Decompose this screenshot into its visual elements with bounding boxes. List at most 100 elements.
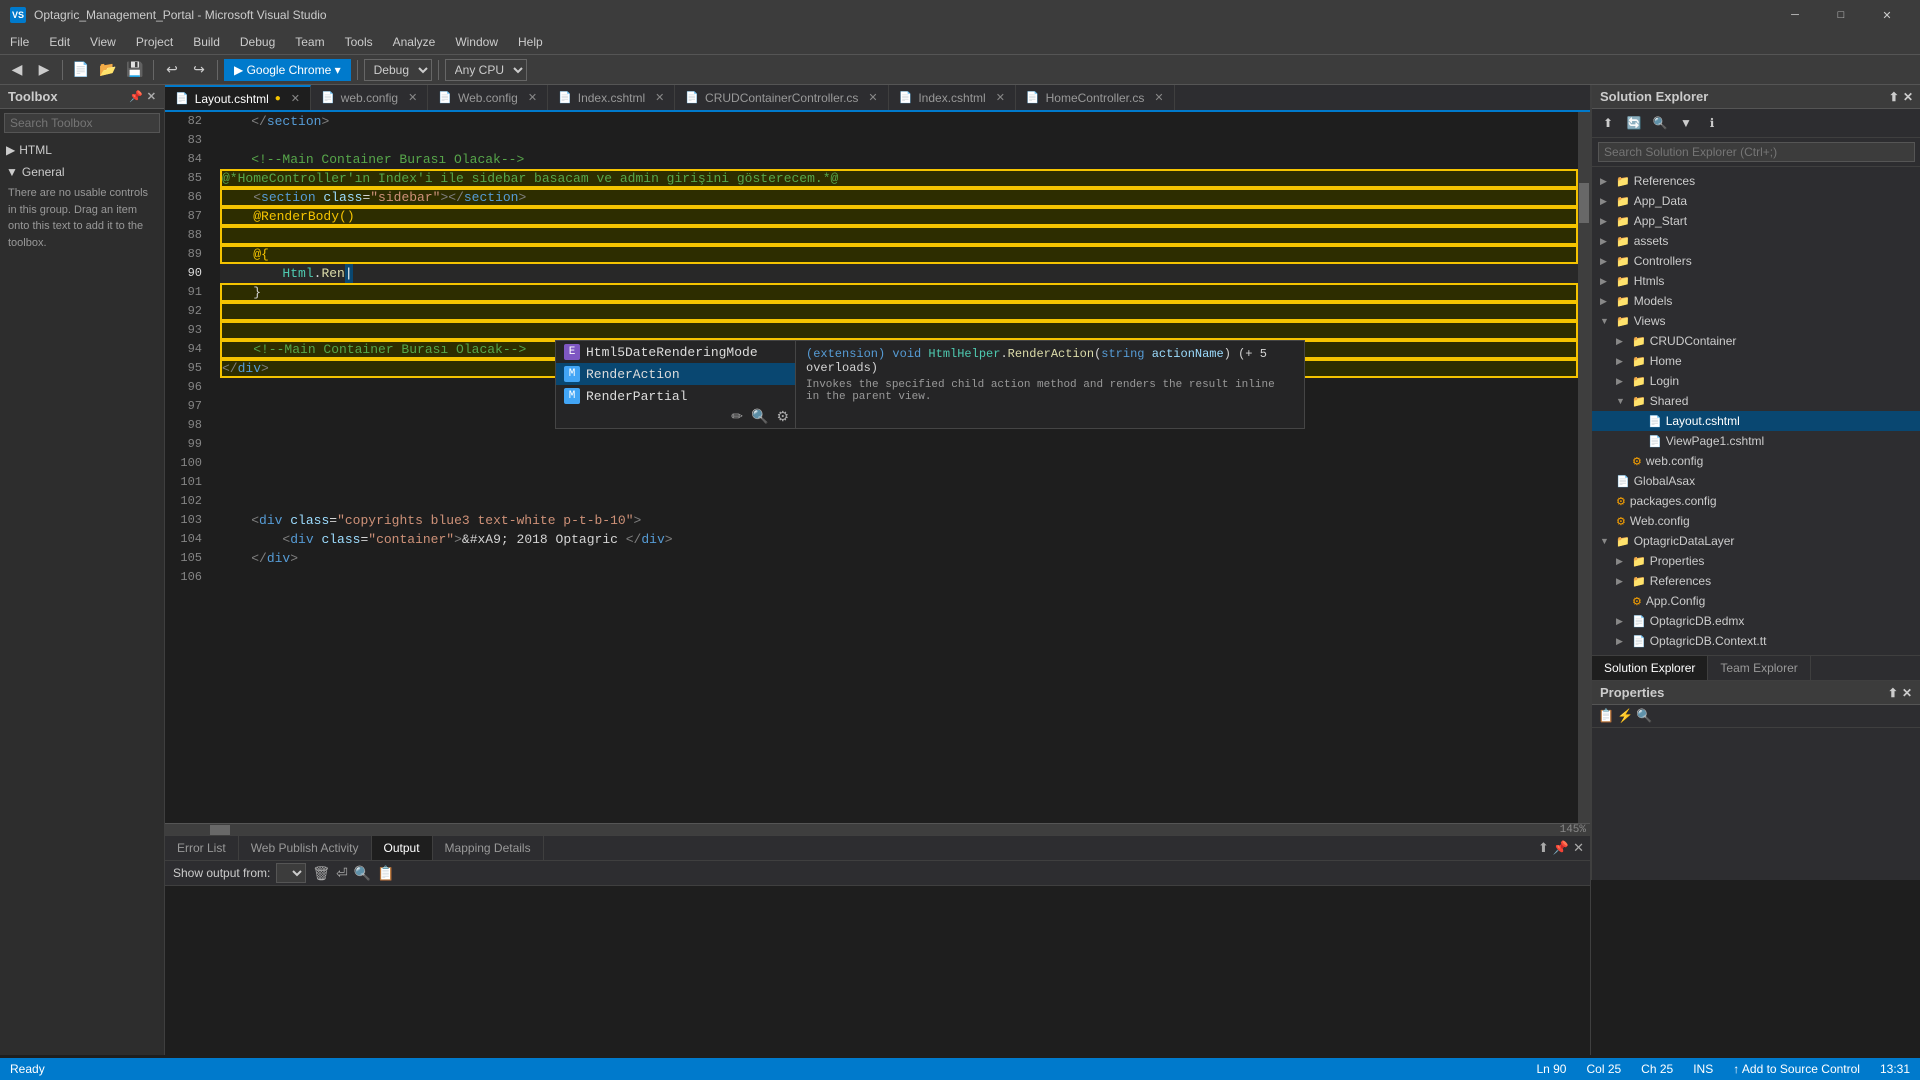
tree-item-app_data[interactable]: ▶📁App_Data bbox=[1592, 191, 1920, 211]
tree-item-home[interactable]: ▶📁Home bbox=[1592, 351, 1920, 371]
tree-item-app_start[interactable]: ▶📁App_Start bbox=[1592, 211, 1920, 231]
tree-item-assets[interactable]: ▶📁assets bbox=[1592, 231, 1920, 251]
code-line-83[interactable] bbox=[220, 131, 1578, 150]
menu-item-team[interactable]: Team bbox=[285, 30, 334, 54]
code-area[interactable]: 8283848586878889909192939495969798991001… bbox=[165, 112, 1590, 823]
tree-item-htmls[interactable]: ▶📁Htmls bbox=[1592, 271, 1920, 291]
code-line-102[interactable] bbox=[220, 492, 1578, 511]
tree-item-models[interactable]: ▶📁Models bbox=[1592, 291, 1920, 311]
props-pin-icon[interactable]: ⬆ bbox=[1888, 686, 1898, 700]
tree-item-globalasax[interactable]: 📄GlobalAsax bbox=[1592, 471, 1920, 491]
tree-item-optagricdatalayer[interactable]: ▼📁OptagricDataLayer bbox=[1592, 531, 1920, 551]
tree-item-login[interactable]: ▶📁Login bbox=[1592, 371, 1920, 391]
tab-close-5[interactable]: ✕ bbox=[996, 91, 1005, 104]
horizontal-scrollbar-thumb[interactable] bbox=[210, 825, 230, 835]
status-add-source-control[interactable]: ↑ Add to Source Control bbox=[1733, 1062, 1860, 1076]
tree-item-packages.config[interactable]: ⚙packages.config bbox=[1592, 491, 1920, 511]
menu-item-view[interactable]: View bbox=[80, 30, 126, 54]
toolbar-redo-button[interactable]: ↪ bbox=[187, 58, 211, 82]
run-button[interactable]: ▶ Google Chrome ▾ bbox=[224, 59, 351, 81]
code-line-88[interactable] bbox=[220, 226, 1578, 245]
ac-footer-icon-0[interactable]: ✏ bbox=[731, 409, 743, 426]
code-line-86[interactable]: <section class="sidebar"></section> bbox=[220, 188, 1578, 207]
tree-item-references[interactable]: ▶📁References bbox=[1592, 571, 1920, 591]
tab-close-1[interactable]: ✕ bbox=[408, 91, 417, 104]
props-btn-1[interactable]: 📋 bbox=[1598, 708, 1614, 724]
toolbar-new-button[interactable]: 📄 bbox=[69, 58, 93, 82]
toolbox-category-html-header[interactable]: ▶ HTML bbox=[4, 141, 160, 159]
se-props-btn[interactable]: ℹ bbox=[1700, 111, 1724, 135]
cpu-select[interactable]: Any CPU bbox=[445, 59, 527, 81]
code-line-89[interactable]: @{ bbox=[220, 245, 1578, 264]
tree-item-app.config[interactable]: ⚙App.Config bbox=[1592, 591, 1920, 611]
props-btn-2[interactable]: ⚡ bbox=[1617, 708, 1633, 724]
toolbar-back-button[interactable]: ◀ bbox=[5, 58, 29, 82]
output-word-wrap-btn[interactable]: ⏎ bbox=[336, 865, 348, 882]
se-close-icon[interactable]: ✕ bbox=[1903, 90, 1913, 104]
code-line-99[interactable] bbox=[220, 435, 1578, 454]
menu-item-build[interactable]: Build bbox=[183, 30, 230, 54]
se-search-input[interactable] bbox=[1598, 142, 1915, 162]
debug-mode-select[interactable]: Debug bbox=[364, 59, 432, 81]
menu-item-window[interactable]: Window bbox=[445, 30, 508, 54]
tree-item-properties[interactable]: ▶📁Properties bbox=[1592, 551, 1920, 571]
autocomplete-list[interactable]: EHtml5DateRenderingModeMRenderActionMRen… bbox=[556, 341, 796, 428]
output-find-btn[interactable]: 🔍 bbox=[354, 865, 371, 882]
tree-item-shared[interactable]: ▼📁Shared bbox=[1592, 391, 1920, 411]
output-clear-btn[interactable]: 🗑 bbox=[312, 865, 330, 882]
tab-CRUDContainerController-cs-4[interactable]: 📄CRUDContainerController.cs✕ bbox=[675, 85, 888, 110]
output-tab-mapping[interactable]: Mapping Details bbox=[433, 836, 544, 860]
minimize-button[interactable]: ─ bbox=[1772, 0, 1818, 30]
code-line-100[interactable] bbox=[220, 454, 1578, 473]
code-line-101[interactable] bbox=[220, 473, 1578, 492]
tree-item-references[interactable]: ▶📁References bbox=[1592, 171, 1920, 191]
ac-footer-icon-1[interactable]: 🔍 bbox=[751, 409, 768, 426]
output-tab-web-publish[interactable]: Web Publish Activity bbox=[239, 836, 372, 860]
tab-Layout-cshtml-0[interactable]: 📄Layout.cshtml●✕ bbox=[165, 85, 311, 110]
code-line-90[interactable]: Html.Ren| bbox=[220, 264, 1578, 283]
code-line-85[interactable]: @*HomeController'ın Index'i ile sidebar … bbox=[220, 169, 1578, 188]
output-float-button[interactable]: ⬆ bbox=[1538, 840, 1549, 856]
menu-item-project[interactable]: Project bbox=[126, 30, 183, 54]
autocomplete-popup[interactable]: EHtml5DateRenderingModeMRenderActionMRen… bbox=[555, 340, 1305, 429]
menu-item-file[interactable]: File bbox=[0, 30, 39, 54]
code-content[interactable]: </section> <!--Main Container Burası Ola… bbox=[210, 112, 1578, 823]
code-line-82[interactable]: </section> bbox=[220, 112, 1578, 131]
menu-item-tools[interactable]: Tools bbox=[335, 30, 383, 54]
tab-HomeController-cs-6[interactable]: 📄HomeController.cs✕ bbox=[1016, 85, 1175, 110]
toolbar-save-button[interactable]: 💾 bbox=[123, 58, 147, 82]
tree-item-layout.cshtml[interactable]: 📄Layout.cshtml bbox=[1592, 411, 1920, 431]
toolbox-search-input[interactable] bbox=[4, 113, 160, 133]
props-btn-3[interactable]: 🔍 bbox=[1636, 708, 1652, 724]
tab-web-config-1[interactable]: 📄web.config✕ bbox=[311, 85, 428, 110]
code-line-93[interactable] bbox=[220, 321, 1578, 340]
menu-item-edit[interactable]: Edit bbox=[39, 30, 80, 54]
tree-item-web.config[interactable]: ⚙web.config bbox=[1592, 451, 1920, 471]
toolbox-category-general-header[interactable]: ▼ General bbox=[4, 163, 160, 181]
code-line-84[interactable]: <!--Main Container Burası Olacak--> bbox=[220, 150, 1578, 169]
code-line-104[interactable]: <div class="container">&#xA9; 2018 Optag… bbox=[220, 530, 1578, 549]
tree-item-optagricdb.context.tt[interactable]: ▶📄OptagricDB.Context.tt bbox=[1592, 631, 1920, 651]
output-tab-output[interactable]: Output bbox=[372, 836, 433, 860]
menu-item-help[interactable]: Help bbox=[508, 30, 553, 54]
editor-scrollbar-thumb[interactable] bbox=[1579, 183, 1589, 223]
tree-item-crudcontainer[interactable]: ▶📁CRUDContainer bbox=[1592, 331, 1920, 351]
ac-item-0[interactable]: EHtml5DateRenderingMode bbox=[556, 341, 795, 363]
tab-close-3[interactable]: ✕ bbox=[655, 91, 664, 104]
horizontal-scrollbar[interactable]: 145% bbox=[165, 823, 1590, 835]
editor-scrollbar[interactable] bbox=[1578, 112, 1590, 823]
output-close-button[interactable]: ✕ bbox=[1573, 840, 1584, 856]
tree-item-optagricdb.edmx[interactable]: ▶📄OptagricDB.edmx bbox=[1592, 611, 1920, 631]
se-toolbar-btn-2[interactable]: 🔄 bbox=[1622, 111, 1646, 135]
code-line-106[interactable] bbox=[220, 568, 1578, 587]
props-close-icon[interactable]: ✕ bbox=[1902, 686, 1912, 700]
close-button[interactable]: ✕ bbox=[1864, 0, 1910, 30]
tab-Index-cshtml-3[interactable]: 📄Index.cshtml✕ bbox=[548, 85, 675, 110]
maximize-button[interactable]: □ bbox=[1818, 0, 1864, 30]
se-tab-team-explorer[interactable]: Team Explorer bbox=[1708, 656, 1810, 680]
se-toolbar-btn-3[interactable]: 🔍 bbox=[1648, 111, 1672, 135]
toolbar-open-button[interactable]: 📂 bbox=[96, 58, 120, 82]
ac-footer-icon-2[interactable]: ⚙ bbox=[776, 409, 789, 426]
toolbox-close-icon[interactable]: ✕ bbox=[147, 90, 156, 103]
code-line-92[interactable] bbox=[220, 302, 1578, 321]
